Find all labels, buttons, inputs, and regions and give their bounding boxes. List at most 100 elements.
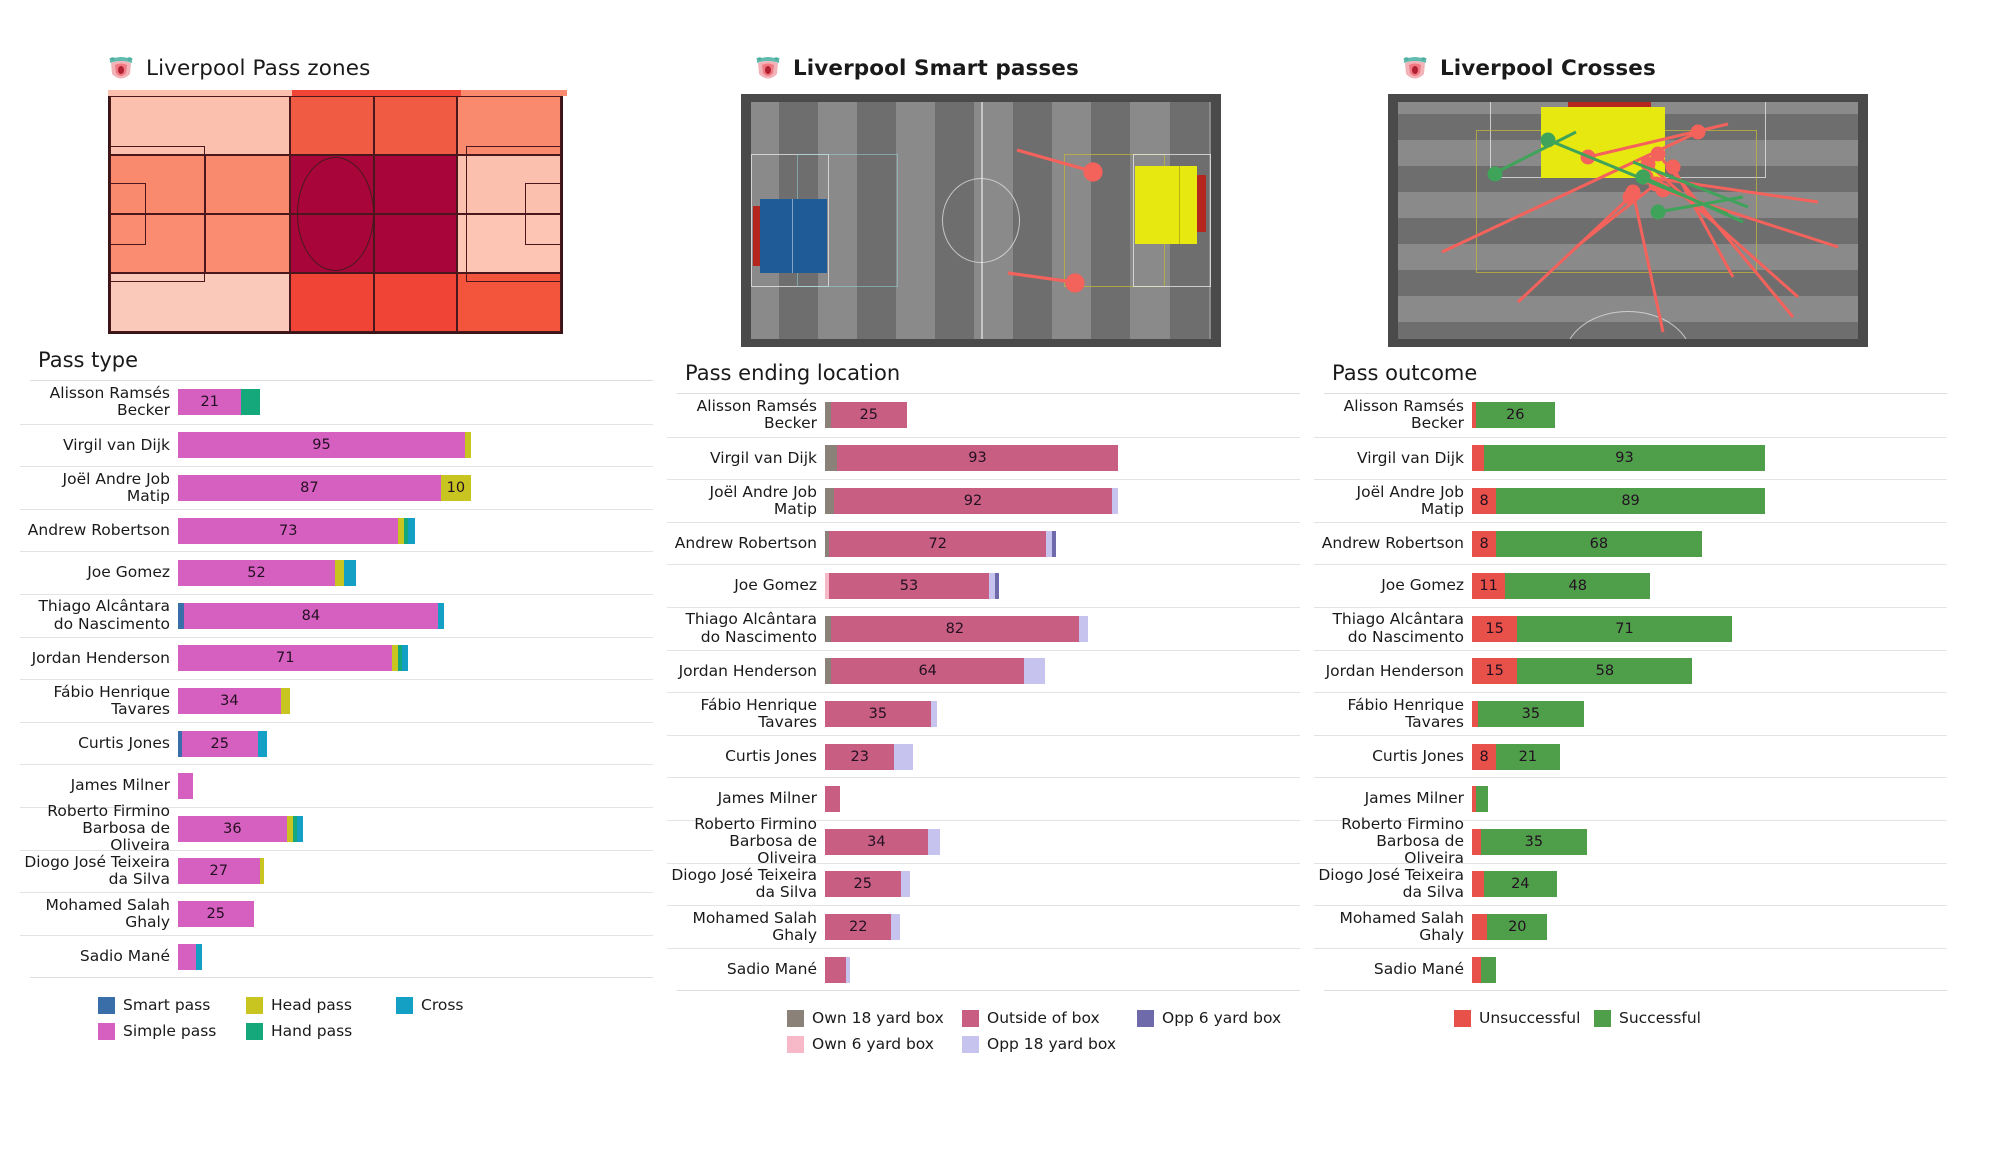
bar-segment[interactable] xyxy=(1472,956,1482,983)
bar-segment[interactable]: 64 xyxy=(831,658,1025,685)
bar-segment[interactable] xyxy=(930,700,937,727)
table-row[interactable]: Curtis Jones 25 xyxy=(20,721,653,765)
bar-segment[interactable]: 93 xyxy=(837,445,1118,472)
table-row[interactable]: Roberto Firmino Barbosa de Oliveira 35 xyxy=(1314,815,1947,867)
bar-segment[interactable]: 21 xyxy=(178,389,242,416)
bar-segment[interactable] xyxy=(335,560,345,587)
stacked-bar[interactable]: 53 xyxy=(825,573,1000,600)
table-row[interactable]: Jordan Henderson 15 58 xyxy=(1314,649,1947,693)
bar-segment[interactable] xyxy=(1052,530,1057,557)
stacked-bar[interactable]: 23 xyxy=(825,743,913,770)
table-row[interactable]: Fábio Henrique Tavares 34 xyxy=(20,679,653,722)
bar-segment[interactable]: 24 xyxy=(1484,871,1557,898)
table-row[interactable]: Virgil van Dijk 93 xyxy=(667,436,1300,480)
stacked-bar[interactable]: 92 xyxy=(825,487,1118,514)
bar-segment[interactable]: 72 xyxy=(829,530,1047,557)
bar-segment[interactable] xyxy=(280,687,290,714)
bar-segment[interactable] xyxy=(296,815,303,842)
bar-segment[interactable]: 15 xyxy=(1472,615,1518,642)
bar-segment[interactable] xyxy=(178,943,197,970)
table-row[interactable]: Thiago Alcântara do Nascimento 84 xyxy=(20,593,653,637)
bar-segment[interactable]: 82 xyxy=(831,615,1079,642)
bar-segment[interactable]: 58 xyxy=(1517,658,1693,685)
bar-segment[interactable] xyxy=(900,871,910,898)
table-row[interactable]: Diogo José Teixeira da Silva 25 xyxy=(667,862,1300,906)
bar-segment[interactable] xyxy=(846,956,851,983)
table-row[interactable]: Virgil van Dijk 93 xyxy=(1314,436,1947,480)
stacked-bar[interactable]: 64 xyxy=(825,658,1046,685)
bar-segment[interactable]: 8 xyxy=(1472,530,1497,557)
table-row[interactable]: Sadio Mané xyxy=(1314,947,1947,991)
stacked-bar[interactable] xyxy=(825,786,841,813)
bar-segment[interactable] xyxy=(927,828,940,855)
bar-segment[interactable]: 52 xyxy=(178,560,336,587)
stacked-bar[interactable]: 8 21 xyxy=(1472,743,1560,770)
table-row[interactable]: Roberto Firmino Barbosa de Oliveira 36 xyxy=(20,802,653,854)
bar-segment[interactable] xyxy=(402,645,409,672)
table-row[interactable]: Thiago Alcântara do Nascimento 15 71 xyxy=(1314,606,1947,650)
table-row[interactable]: Mohamed Salah Ghaly 22 xyxy=(667,905,1300,948)
bar-segment[interactable]: 71 xyxy=(1517,615,1732,642)
stacked-bar[interactable] xyxy=(1472,786,1489,813)
bar-segment[interactable]: 35 xyxy=(1478,700,1584,727)
bar-segment[interactable]: 68 xyxy=(1496,530,1702,557)
bar-segment[interactable] xyxy=(408,517,415,544)
table-row[interactable]: Joe Gomez 53 xyxy=(667,564,1300,607)
table-row[interactable]: Joël Andre Job Matip 8 89 xyxy=(1314,479,1947,522)
stacked-bar[interactable]: 27 xyxy=(178,858,264,885)
stacked-bar[interactable]: 35 xyxy=(1472,828,1587,855)
table-row[interactable]: Andrew Robertson 73 xyxy=(20,508,653,552)
bar-segment[interactable]: 11 xyxy=(1472,573,1506,600)
stacked-bar[interactable]: 20 xyxy=(1472,913,1548,940)
bar-segment[interactable] xyxy=(1472,913,1488,940)
stacked-bar[interactable]: 15 58 xyxy=(1472,658,1693,685)
table-row[interactable]: Alisson Ramsés Becker 26 xyxy=(1314,394,1947,437)
bar-segment[interactable]: 26 xyxy=(1476,402,1555,429)
bar-segment[interactable] xyxy=(1472,828,1482,855)
table-row[interactable]: Curtis Jones 23 xyxy=(667,734,1300,778)
bar-segment[interactable]: 53 xyxy=(829,573,990,600)
bar-segment[interactable]: 92 xyxy=(834,487,1112,514)
bar-segment[interactable] xyxy=(825,487,835,514)
stacked-bar[interactable]: 84 xyxy=(178,602,444,629)
bar-segment[interactable]: 8 xyxy=(1472,743,1497,770)
bar-segment[interactable]: 25 xyxy=(182,730,258,757)
bar-segment[interactable] xyxy=(344,560,357,587)
bar-segment[interactable] xyxy=(196,943,203,970)
table-row[interactable]: Jordan Henderson 71 xyxy=(20,636,653,680)
stacked-bar[interactable]: 25 xyxy=(825,871,910,898)
bar-segment[interactable] xyxy=(1472,445,1485,472)
stacked-bar[interactable]: 25 xyxy=(178,730,267,757)
stacked-bar[interactable]: 25 xyxy=(825,402,907,429)
stacked-bar[interactable]: 35 xyxy=(1472,700,1584,727)
table-row[interactable]: Joe Gomez 52 xyxy=(20,551,653,594)
stacked-bar[interactable] xyxy=(1472,956,1497,983)
bar-segment[interactable] xyxy=(894,743,913,770)
table-row[interactable]: Diogo José Teixeira da Silva 24 xyxy=(1314,862,1947,906)
stacked-bar[interactable]: 87 10 xyxy=(178,474,471,501)
bar-segment[interactable] xyxy=(1481,956,1497,983)
table-row[interactable]: Sadio Mané xyxy=(20,934,653,978)
bar-segment[interactable]: 35 xyxy=(825,700,931,727)
table-row[interactable]: Virgil van Dijk 95 xyxy=(20,423,653,467)
table-row[interactable]: Curtis Jones 8 21 xyxy=(1314,734,1947,778)
bar-segment[interactable]: 23 xyxy=(825,743,895,770)
stacked-bar[interactable]: 35 xyxy=(825,700,937,727)
table-row[interactable]: Andrew Robertson 8 68 xyxy=(1314,521,1947,565)
stacked-bar[interactable]: 11 48 xyxy=(1472,573,1651,600)
stacked-bar[interactable] xyxy=(178,943,203,970)
bar-segment[interactable]: 20 xyxy=(1487,913,1548,940)
bar-segment[interactable]: 89 xyxy=(1496,487,1765,514)
stacked-bar[interactable]: 95 xyxy=(178,432,471,459)
table-row[interactable]: Roberto Firmino Barbosa de Oliveira 34 xyxy=(667,815,1300,867)
stacked-bar[interactable] xyxy=(178,773,194,800)
stacked-bar[interactable]: 36 xyxy=(178,815,303,842)
bar-segment[interactable] xyxy=(257,730,267,757)
bar-segment[interactable] xyxy=(241,389,260,416)
table-row[interactable]: Thiago Alcântara do Nascimento 82 xyxy=(667,606,1300,650)
bar-segment[interactable] xyxy=(437,602,444,629)
table-row[interactable]: Sadio Mané xyxy=(667,947,1300,991)
bar-segment[interactable]: 93 xyxy=(1484,445,1765,472)
bar-segment[interactable]: 73 xyxy=(178,517,399,544)
bar-segment[interactable] xyxy=(825,786,841,813)
